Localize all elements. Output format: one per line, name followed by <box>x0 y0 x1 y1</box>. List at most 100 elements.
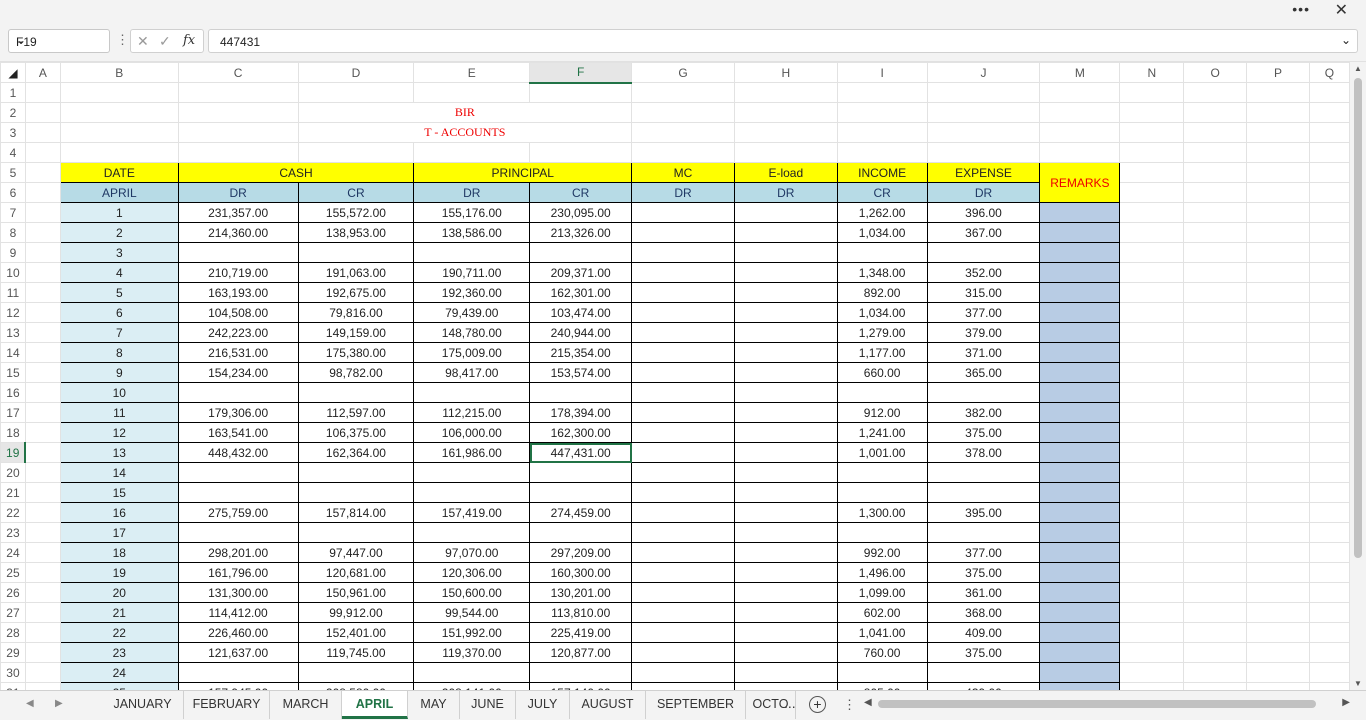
cash-cr-cell[interactable]: 155,572.00 <box>297 202 415 223</box>
cell[interactable] <box>1308 422 1350 443</box>
income-cell[interactable]: 1,262.00 <box>836 202 928 223</box>
row-header-9[interactable]: 9 <box>0 242 26 263</box>
expense-cell[interactable]: 361.00 <box>926 582 1041 603</box>
scroll-right-icon[interactable]: ▶ <box>1342 697 1350 708</box>
cash-dr-cell[interactable]: 179,306.00 <box>177 402 299 423</box>
expense-cell[interactable]: 395.00 <box>926 502 1041 523</box>
eload-cell[interactable] <box>733 202 838 223</box>
remarks-cell[interactable] <box>1039 342 1121 363</box>
prin-dr-cell[interactable]: 112,215.00 <box>413 402 531 423</box>
mc-cell[interactable] <box>631 262 735 283</box>
date-cell[interactable]: 9 <box>59 362 179 383</box>
cell[interactable] <box>1183 482 1248 503</box>
column-header-i[interactable]: I <box>836 62 928 83</box>
cash-dr-cell[interactable]: 214,360.00 <box>177 222 299 243</box>
column-header-c[interactable]: C <box>177 62 299 83</box>
mc-cell[interactable] <box>631 462 735 483</box>
cash-dr-cell[interactable]: 131,300.00 <box>177 582 299 603</box>
cash-cr-cell[interactable] <box>297 382 415 403</box>
cash-cr-cell[interactable]: 106,375.00 <box>297 422 415 443</box>
cell[interactable] <box>1246 82 1310 103</box>
income-cell[interactable]: 1,279.00 <box>836 322 928 343</box>
mc-cell[interactable] <box>631 302 735 323</box>
cash-cr-cell[interactable]: 175,380.00 <box>297 342 415 363</box>
cell[interactable] <box>177 122 299 143</box>
cell[interactable] <box>1119 122 1185 143</box>
cell[interactable] <box>1246 342 1310 363</box>
header-remarks[interactable]: REMARKS <box>1039 162 1121 203</box>
remarks-cell[interactable] <box>1039 222 1121 243</box>
scroll-down-icon[interactable]: ▼ <box>1354 679 1362 688</box>
cell[interactable] <box>1308 502 1350 523</box>
cell[interactable] <box>529 142 633 163</box>
prin-cr-cell[interactable]: 209,371.00 <box>529 262 633 283</box>
cell[interactable] <box>1308 582 1350 603</box>
expense-cell[interactable]: 365.00 <box>926 362 1041 383</box>
cell[interactable] <box>1246 662 1310 683</box>
cell[interactable] <box>177 102 299 123</box>
prin-dr-cell[interactable]: 192,360.00 <box>413 282 531 303</box>
cell[interactable] <box>24 222 61 243</box>
prin-dr-cell[interactable]: 148,780.00 <box>413 322 531 343</box>
cell[interactable] <box>1308 642 1350 663</box>
eload-cell[interactable] <box>733 562 838 583</box>
row-header-19[interactable]: 19 <box>0 442 27 463</box>
income-cell[interactable]: 602.00 <box>836 602 928 623</box>
cell[interactable] <box>1246 462 1310 483</box>
income-cell[interactable]: 892.00 <box>836 282 928 303</box>
prin-dr-cell[interactable]: 150,600.00 <box>413 582 531 603</box>
row-header-2[interactable]: 2 <box>0 102 26 123</box>
expense-cell[interactable]: 439.00 <box>926 682 1041 690</box>
enter-icon[interactable]: ✓ <box>159 33 171 50</box>
cell[interactable] <box>24 262 61 283</box>
cell[interactable] <box>297 82 415 103</box>
cell[interactable] <box>1308 362 1350 383</box>
prin-dr-cell[interactable] <box>413 482 531 503</box>
cell[interactable] <box>1246 362 1310 383</box>
date-cell[interactable]: 20 <box>59 582 179 603</box>
subheader-principal-dr[interactable]: DR <box>413 182 531 203</box>
cell[interactable] <box>1183 382 1248 403</box>
prin-cr-cell[interactable]: 297,209.00 <box>529 542 633 563</box>
cell[interactable] <box>1119 322 1185 343</box>
sheet-title[interactable]: BIR <box>297 102 633 123</box>
cash-cr-cell[interactable] <box>297 462 415 483</box>
cell[interactable] <box>24 342 61 363</box>
cell[interactable] <box>1039 142 1121 163</box>
cash-cr-cell[interactable] <box>297 482 415 503</box>
tab-september[interactable]: SEPTEMBER <box>646 691 746 719</box>
cell[interactable] <box>297 142 415 163</box>
date-cell[interactable]: 18 <box>59 542 179 563</box>
cash-dr-cell[interactable] <box>177 462 299 483</box>
cash-cr-cell[interactable]: 150,961.00 <box>297 582 415 603</box>
cash-cr-cell[interactable]: 79,816.00 <box>297 302 415 323</box>
header-income[interactable]: INCOME <box>836 162 928 183</box>
income-cell[interactable]: 1,041.00 <box>836 622 928 643</box>
subheader-income-cr[interactable]: CR <box>836 182 928 203</box>
expense-cell[interactable]: 368.00 <box>926 602 1041 623</box>
row-header-12[interactable]: 12 <box>0 302 26 323</box>
cell[interactable] <box>926 82 1041 103</box>
cell[interactable] <box>836 82 928 103</box>
cell[interactable] <box>1119 442 1185 463</box>
remarks-cell[interactable] <box>1039 642 1121 663</box>
date-cell[interactable]: 2 <box>59 222 179 243</box>
cell[interactable] <box>1246 422 1310 443</box>
remarks-cell[interactable] <box>1039 402 1121 423</box>
prin-cr-cell[interactable]: 113,810.00 <box>529 602 633 623</box>
cell[interactable] <box>529 82 633 103</box>
formula-input[interactable]: 447431 ⌄ <box>208 29 1358 53</box>
cell[interactable] <box>1246 182 1310 203</box>
scroll-left-icon[interactable]: ◀ <box>864 697 872 708</box>
mc-cell[interactable] <box>631 322 735 343</box>
cell[interactable] <box>1119 82 1185 103</box>
cash-dr-cell[interactable] <box>177 662 299 683</box>
column-header-f[interactable]: F <box>529 62 633 84</box>
more-options-icon[interactable]: ••• <box>1292 1 1310 17</box>
header-eload[interactable]: E-load <box>733 162 838 183</box>
prin-cr-cell[interactable]: 225,419.00 <box>529 622 633 643</box>
date-cell[interactable]: 17 <box>59 522 179 543</box>
mc-cell[interactable] <box>631 342 735 363</box>
expense-cell[interactable] <box>926 662 1041 683</box>
cell[interactable] <box>24 202 61 223</box>
